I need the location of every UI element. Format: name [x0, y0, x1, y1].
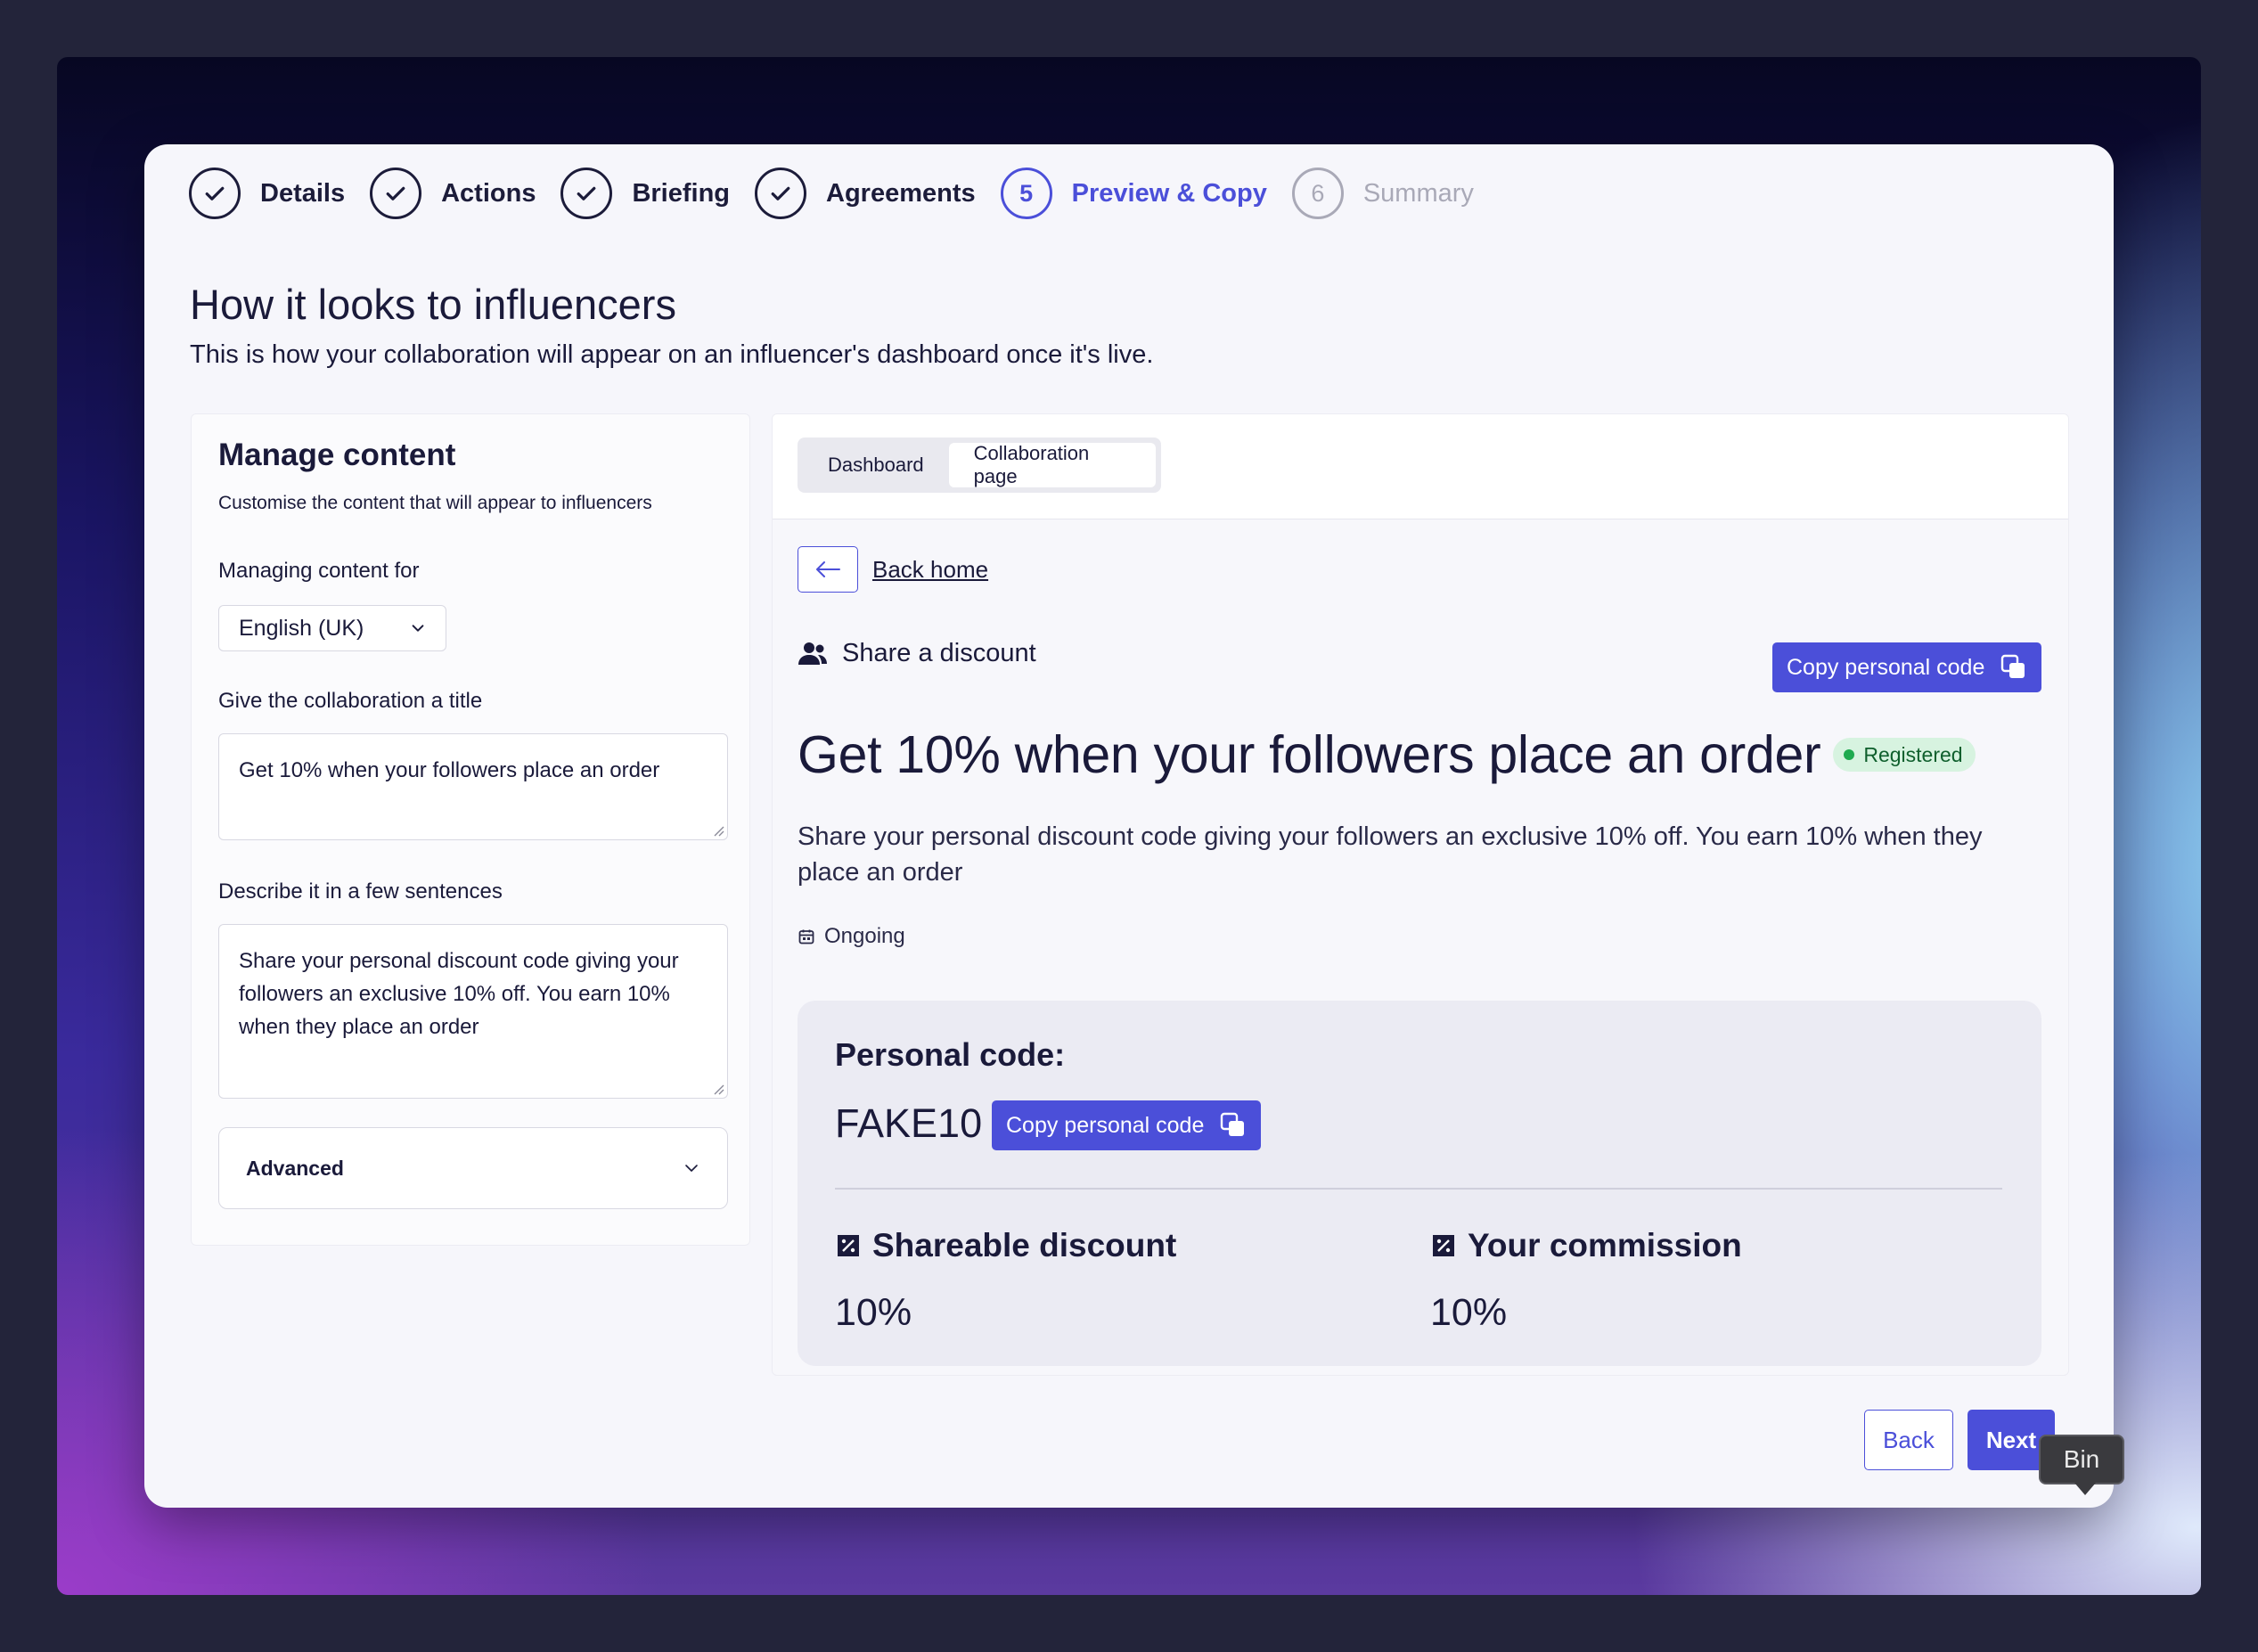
description-textarea[interactable]: Share your personal discount code giving…: [218, 924, 728, 1099]
manage-content-subtitle: Customise the content that will appear t…: [218, 493, 652, 513]
action-type: Share a discount: [798, 639, 1036, 668]
personal-code-label: Personal code:: [835, 1036, 1066, 1073]
step-label: Briefing: [632, 178, 731, 208]
step-number: 5: [1000, 168, 1052, 219]
resize-handle-icon[interactable]: [712, 824, 724, 837]
bin-tooltip: Bin: [2039, 1435, 2124, 1495]
page-subtitle: This is how your collaboration will appe…: [190, 340, 1154, 369]
copy-button-label: Copy personal code: [1787, 654, 1985, 680]
manage-content-panel: Manage content Customise the content tha…: [191, 413, 750, 1246]
commission-value: 10%: [1430, 1291, 1508, 1334]
step-label: Details: [260, 178, 346, 208]
step-label: Actions: [441, 178, 536, 208]
copy-button-label: Copy personal code: [1006, 1112, 1205, 1138]
shareable-discount-label: Shareable discount: [872, 1227, 1177, 1264]
chevron-down-icon: [685, 1165, 698, 1172]
copy-personal-code-button[interactable]: Copy personal code: [1772, 642, 2042, 692]
discount-tag-icon: [838, 1235, 859, 1256]
your-commission: Your commission 10%: [1430, 1227, 1742, 1335]
commission-label: Your commission: [1468, 1227, 1742, 1264]
step-label: Summary: [1362, 178, 1474, 208]
step-number: 6: [1291, 168, 1344, 219]
manage-content-title: Manage content: [218, 438, 456, 472]
wizard-card: Details Actions Briefing Agreements 5 Pr…: [144, 144, 2114, 1508]
page-title: How it looks to influencers: [190, 281, 676, 328]
resize-handle-icon[interactable]: [712, 1083, 724, 1095]
step-label: Preview & Copy: [1071, 178, 1267, 208]
title-textarea[interactable]: Get 10% when your followers place an ord…: [218, 733, 728, 840]
title-textarea-value: Get 10% when your followers place an ord…: [239, 758, 660, 782]
advanced-accordion[interactable]: Advanced: [218, 1127, 728, 1209]
language-select-value: English (UK): [239, 615, 364, 641]
arrow-left-icon: [816, 561, 840, 577]
tab-collaboration-page[interactable]: Collaboration page: [948, 442, 1156, 487]
back-button[interactable]: Back: [1864, 1410, 1953, 1470]
check-icon: [370, 168, 422, 219]
personal-code-card: Personal code: FAKE10 Copy personal code: [798, 1001, 2041, 1366]
stepper: Details Actions Briefing Agreements 5 Pr…: [189, 166, 1499, 221]
check-icon: [755, 168, 807, 219]
copy-icon: [1221, 1112, 1245, 1136]
step-preview-copy[interactable]: 5 Preview & Copy: [1000, 168, 1267, 219]
preview-tabs-bar: Dashboard Collaboration page: [773, 414, 2068, 519]
step-details[interactable]: Details: [189, 168, 345, 219]
check-icon: [189, 168, 241, 219]
check-icon: [560, 168, 613, 219]
description-field-label: Describe it in a few sentences: [218, 879, 503, 904]
preview-panel: Dashboard Collaboration page Back home S…: [772, 413, 2069, 1376]
duration-label: Ongoing: [824, 924, 905, 948]
step-briefing[interactable]: Briefing: [560, 168, 730, 219]
language-label: Managing content for: [218, 559, 420, 583]
copy-personal-code-button-secondary[interactable]: Copy personal code: [992, 1100, 1262, 1150]
personal-code-value: FAKE10: [835, 1100, 983, 1146]
discount-tag-icon: [1433, 1235, 1454, 1256]
calendar-icon: [798, 929, 814, 945]
collaboration-description: Share your personal discount code giving…: [798, 822, 1983, 887]
action-type-label: Share a discount: [842, 639, 1036, 667]
tab-dashboard[interactable]: Dashboard: [803, 443, 949, 487]
divider: [835, 1188, 2002, 1190]
back-home: Back home: [798, 546, 988, 593]
users-icon: [798, 642, 827, 665]
collaboration-title: Get 10% when your followers place an ord…: [798, 725, 1821, 784]
description-textarea-value: Share your personal discount code giving…: [239, 949, 679, 1039]
back-home-link[interactable]: Back home: [872, 556, 988, 584]
step-actions[interactable]: Actions: [370, 168, 536, 219]
advanced-label: Advanced: [246, 1156, 344, 1180]
back-arrow-button[interactable]: [798, 546, 858, 593]
title-field-label: Give the collaboration a title: [218, 689, 483, 713]
status-badge-label: Registered: [1863, 742, 1963, 766]
language-select[interactable]: English (UK): [218, 605, 446, 651]
shareable-discount-value: 10%: [835, 1291, 912, 1334]
status-badge: Registered: [1833, 738, 1976, 772]
collaboration-title-row: Get 10% when your followers place an ord…: [798, 724, 1976, 785]
step-label: Agreements: [826, 178, 976, 208]
preview-segmented-control: Dashboard Collaboration page: [798, 438, 1161, 493]
step-summary[interactable]: 6 Summary: [1291, 168, 1474, 219]
chevron-down-icon: [412, 625, 424, 632]
status-dot-icon: [1844, 749, 1855, 760]
shareable-discount: Shareable discount 10%: [835, 1227, 1176, 1335]
step-agreements[interactable]: Agreements: [755, 168, 976, 219]
duration: Ongoing: [798, 924, 905, 949]
copy-icon: [2001, 654, 2025, 678]
